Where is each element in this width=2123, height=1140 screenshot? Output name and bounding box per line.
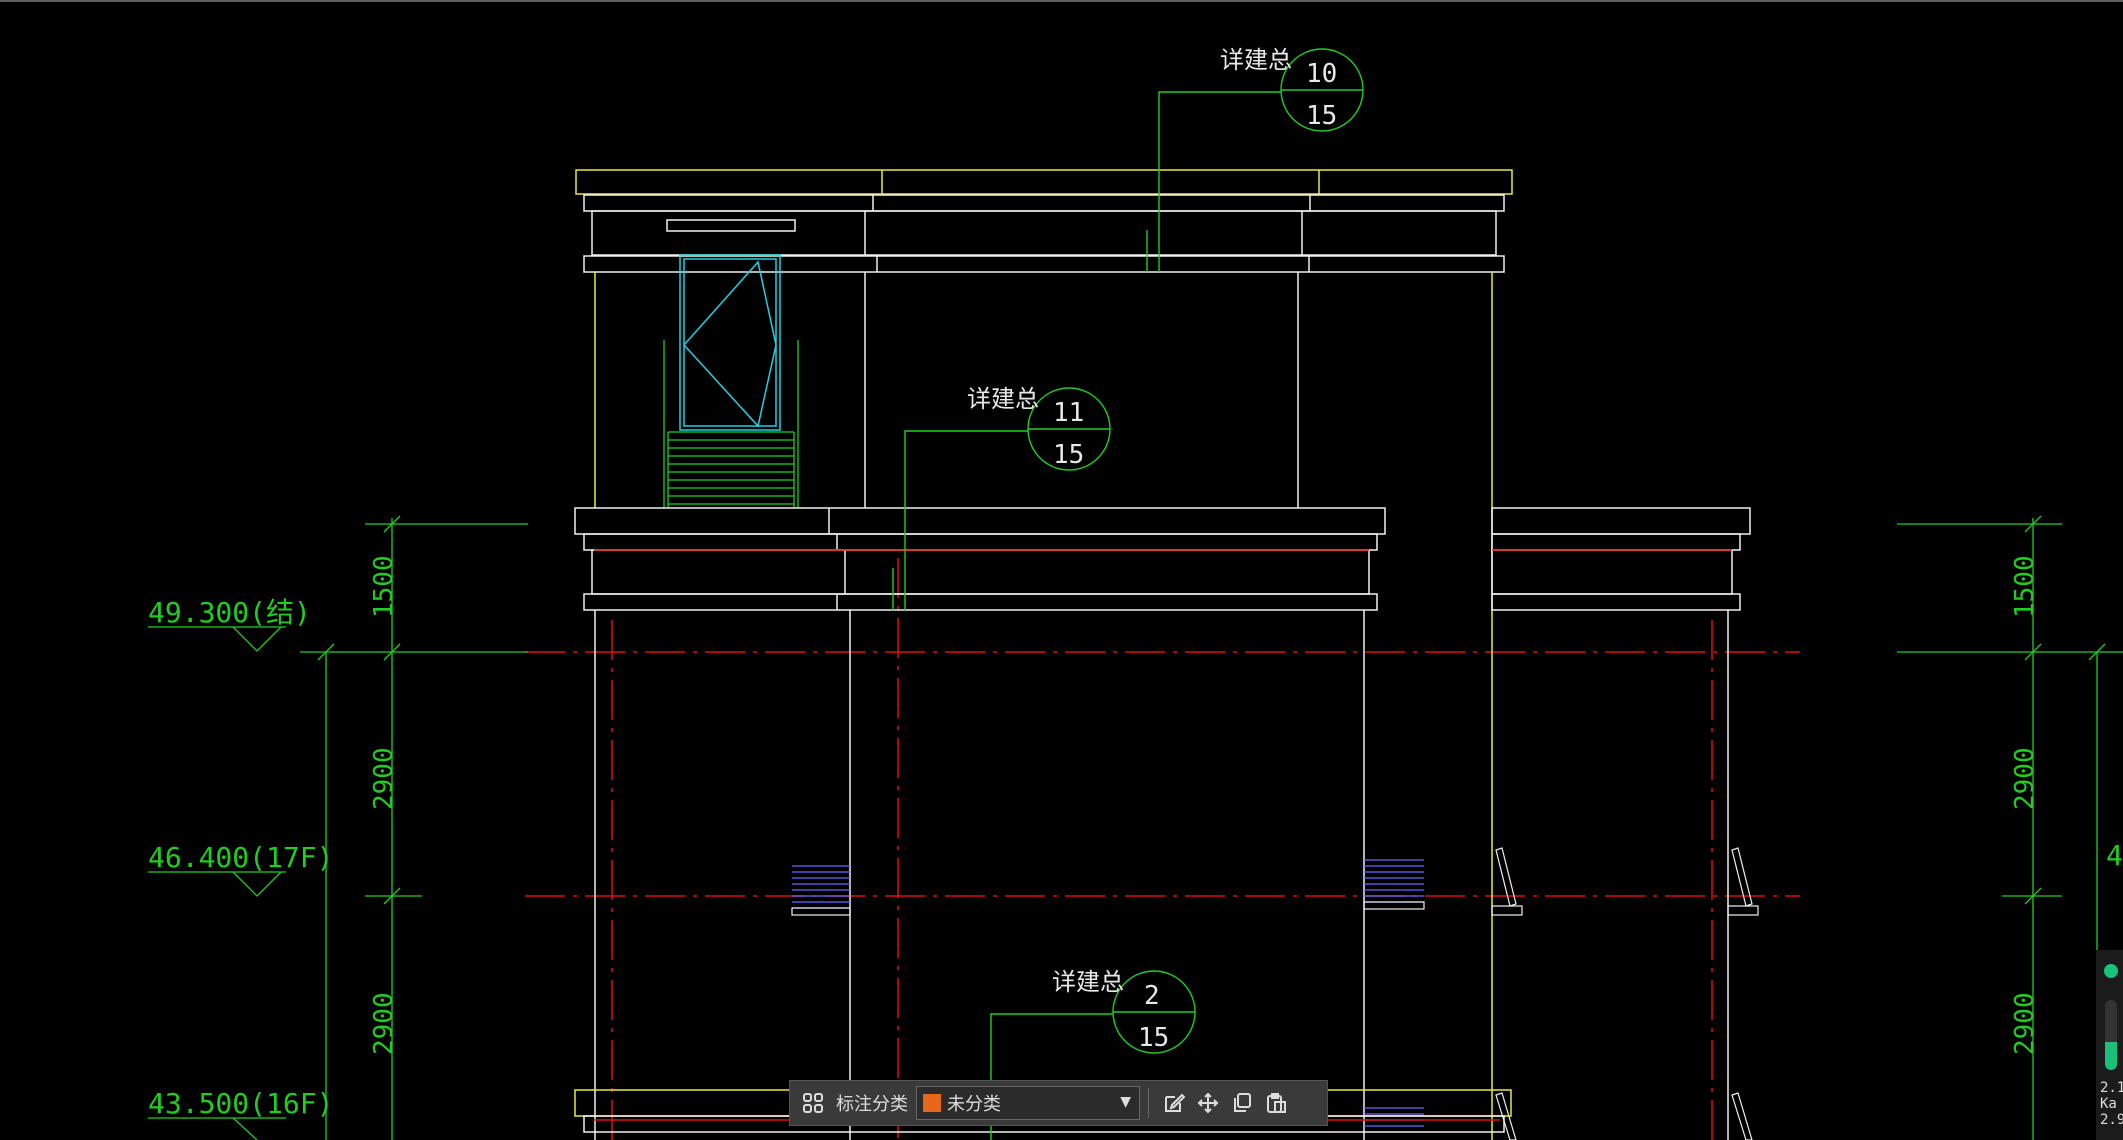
paste-icon[interactable] [1259, 1086, 1293, 1120]
dim-left-3: 2900 [369, 992, 399, 1055]
cad-drawing-canvas[interactable]: 1500 2900 2900 1500 2900 2900 49.300(结) … [0, 0, 2123, 1140]
dim-left-1: 1500 [369, 555, 399, 618]
edit-icon[interactable] [1157, 1086, 1191, 1120]
side-panel-widget[interactable]: 2.1 Ka 2.9 [2096, 950, 2123, 1140]
toolbar-divider [1148, 1088, 1149, 1118]
dim-right-2: 2900 [2010, 747, 2040, 810]
side-annotation-1: 2.1 [2100, 1080, 2123, 1096]
callout-title-1: 详建总 [1220, 46, 1292, 74]
category-value: 未分类 [947, 1094, 1001, 1115]
level-mark-43500: 43.500(16F) [148, 1087, 333, 1120]
callout-bottom-1: 15 [1306, 101, 1337, 131]
dim-left-2: 2900 [369, 747, 399, 810]
level-bar [2105, 1000, 2117, 1070]
level-mark-49300: 49.300(结) [148, 596, 311, 629]
chevron-down-icon: ▼ [1120, 1094, 1131, 1110]
annotation-toolbar: 标注分类 未分类 ▼ [789, 1080, 1328, 1126]
move-icon[interactable] [1191, 1086, 1225, 1120]
callout-top-2: 11 [1053, 398, 1084, 428]
side-annotation-2: Ka [2100, 1096, 2117, 1112]
callout-title-3: 详建总 [1052, 968, 1124, 996]
callout-bottom-3: 15 [1138, 1023, 1169, 1053]
category-color-swatch [923, 1094, 941, 1112]
level-mark-46400: 46.400(17F) [148, 841, 333, 874]
category-label: 标注分类 [836, 1094, 908, 1115]
callout-title-2: 详建总 [967, 385, 1039, 413]
callout-top-3: 2 [1144, 981, 1160, 1011]
dim-right-1: 1500 [2010, 555, 2040, 618]
grid-icon[interactable] [796, 1086, 830, 1120]
copy-icon[interactable] [1225, 1086, 1259, 1120]
dim-right-3: 2900 [2010, 992, 2040, 1055]
side-annotation-3: 2.9 [2100, 1112, 2123, 1128]
callout-top-1: 10 [1306, 59, 1337, 89]
partial-text-right: 4 [2106, 839, 2123, 872]
status-dot-icon [2104, 964, 2118, 978]
callout-bottom-2: 15 [1053, 440, 1084, 470]
category-dropdown[interactable]: 未分类 ▼ [916, 1086, 1140, 1120]
